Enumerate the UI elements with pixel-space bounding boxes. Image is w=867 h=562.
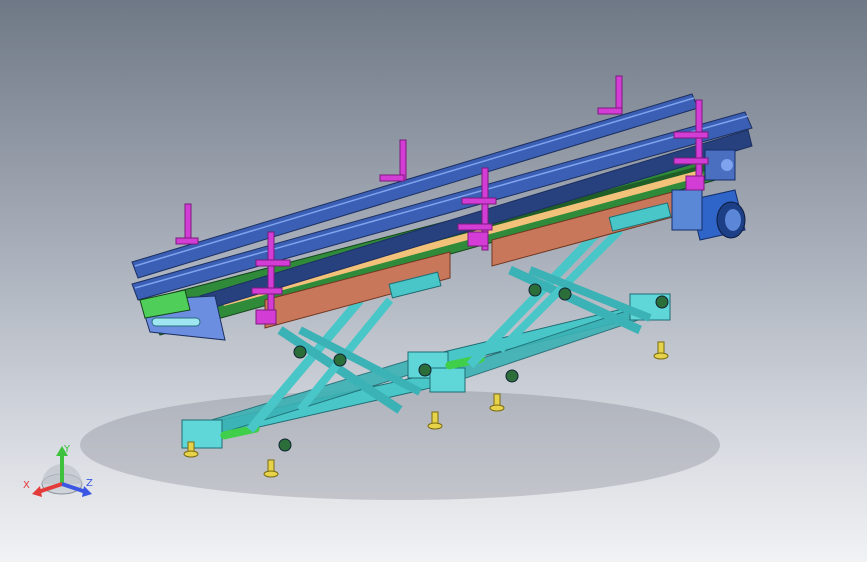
triad-x-label: X (23, 480, 30, 491)
orientation-triad[interactable]: X Y Z (20, 440, 100, 510)
pivot-hub-2 (293, 345, 307, 359)
cad-viewport[interactable]: X Y Z (0, 0, 867, 562)
pivot-hub-1 (333, 353, 347, 367)
guide-post-2[interactable] (379, 139, 407, 182)
pivot-hub-4 (528, 283, 542, 297)
base-block-mid2 (429, 367, 466, 393)
triad-y-label: Y (63, 444, 71, 455)
triad-x-arrow (32, 486, 42, 497)
belt-surface (220, 170, 704, 306)
guide-post-1[interactable] (175, 203, 199, 245)
pivot-hub-6 (505, 369, 519, 383)
pivot-hub-3 (558, 287, 572, 301)
pivot-hub-8 (418, 363, 432, 377)
gearbox-shaft (721, 159, 733, 171)
triad-z-label: Z (86, 478, 93, 489)
end-roller-left (151, 317, 201, 327)
conveyor-model[interactable] (0, 0, 867, 562)
motor-mount (671, 189, 703, 231)
guide-post-3[interactable] (597, 75, 623, 115)
pivot-hub-7 (655, 295, 669, 309)
motor-fan (725, 209, 741, 231)
pivot-hub-5 (278, 438, 292, 452)
